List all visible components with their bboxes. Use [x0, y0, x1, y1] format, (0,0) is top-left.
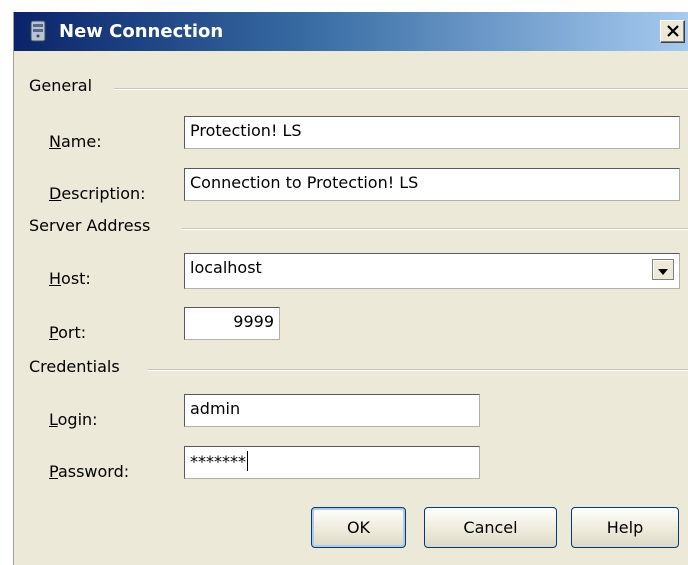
password-field[interactable]: ******* [184, 446, 480, 479]
server-icon [28, 20, 48, 42]
host-label: Host: [49, 269, 91, 288]
close-button[interactable] [660, 20, 685, 43]
port-label: Port: [49, 323, 87, 342]
password-value: ******* [190, 452, 246, 471]
name-field[interactable]: Protection! LS [184, 116, 680, 149]
chevron-down-icon [658, 260, 668, 279]
cancel-button[interactable]: Cancel [424, 507, 557, 548]
host-value: localhost [190, 258, 262, 277]
host-dropdown-button[interactable] [652, 259, 674, 280]
description-label: Description: [49, 184, 146, 203]
divider [182, 228, 688, 230]
ok-button[interactable]: OK [311, 507, 406, 548]
window-title: New Connection [59, 21, 224, 42]
password-label: Password: [49, 462, 130, 481]
login-field[interactable]: admin [184, 394, 480, 427]
help-button[interactable]: Help [571, 507, 679, 548]
divider [114, 88, 688, 90]
port-field[interactable]: 9999 [184, 307, 280, 340]
host-combobox[interactable]: localhost [184, 253, 680, 289]
divider [148, 369, 688, 371]
close-icon [666, 22, 679, 41]
section-credentials: Credentials [29, 357, 128, 376]
section-general: General [29, 76, 101, 95]
name-label: Name: [49, 132, 102, 151]
description-field[interactable]: Connection to Protection! LS [184, 168, 680, 201]
section-server-address: Server Address [29, 216, 159, 235]
text-cursor [247, 451, 248, 471]
login-label: Login: [49, 410, 98, 429]
new-connection-dialog: New Connection General Name: Protection!… [13, 12, 688, 565]
title-bar[interactable]: New Connection [14, 12, 688, 51]
